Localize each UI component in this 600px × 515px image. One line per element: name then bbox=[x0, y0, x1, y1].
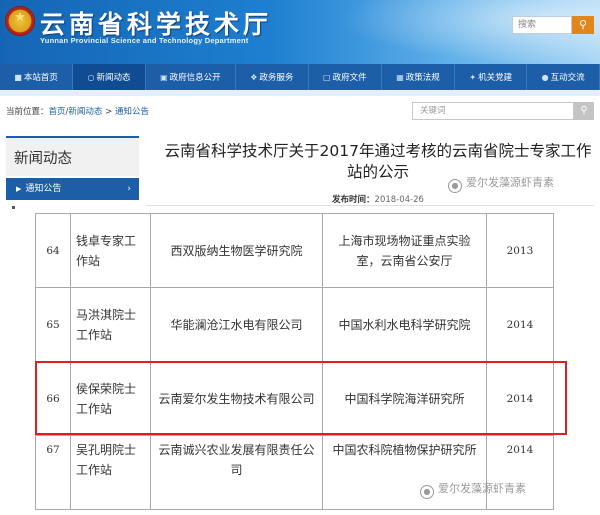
nav-item-info[interactable]: ▣ 政府信息公开 bbox=[146, 64, 236, 90]
site-subtitle: Yunnan Provincial Science and Technology… bbox=[40, 36, 249, 45]
site-header: ★ 云南省科学技术厅 Yunnan Provincial Science and… bbox=[0, 0, 600, 64]
sidebar-heading: 新闻动态 bbox=[6, 136, 139, 176]
info-icon: ▣ bbox=[160, 72, 168, 82]
station-name: 侯保荣院士工作站 bbox=[70, 361, 151, 436]
partner-unit: 中国科学院海洋研究所 bbox=[322, 361, 487, 436]
station-name: 钱卓专家工作站 bbox=[70, 213, 151, 288]
national-emblem-icon: ★ bbox=[5, 6, 35, 36]
watermark: ● 爱尔发藻源虾青素 bbox=[448, 174, 554, 193]
page-marker bbox=[12, 206, 15, 209]
table-row: 65 马洪淇院士工作站 华能澜沧江水电有限公司 中国水利水电科学研究院 2014 bbox=[35, 287, 554, 362]
article-divider bbox=[146, 205, 594, 206]
chat-icon: ● bbox=[541, 72, 549, 82]
breadcrumb-home-link[interactable]: 首页 bbox=[49, 107, 66, 117]
search-icon[interactable]: ⚲ bbox=[572, 16, 594, 34]
service-icon: ❖ bbox=[250, 72, 258, 82]
breadcrumb-current-link[interactable]: 通知公告 bbox=[115, 107, 149, 117]
chevron-right-icon: › bbox=[127, 184, 131, 194]
keyword-search-input[interactable]: 关键词 bbox=[412, 102, 574, 120]
publish-date: 发布时间：2018-04-26 bbox=[332, 195, 424, 205]
wechat-icon: ● bbox=[420, 485, 434, 499]
watermark: ● 爱尔发藻源虾青素 bbox=[420, 480, 526, 499]
partner-unit: 中国水利水电科学研究院 bbox=[322, 287, 487, 362]
partner-unit: 上海市现场物证重点实验室，云南省公安厅 bbox=[322, 213, 487, 288]
wechat-icon: ● bbox=[448, 179, 462, 193]
year: 2013 bbox=[486, 213, 554, 288]
circle-icon: ○ bbox=[87, 72, 95, 82]
nav-item-home[interactable]: ■ 本站首页 bbox=[0, 64, 74, 90]
row-number: 64 bbox=[35, 213, 71, 288]
nav-item-interaction[interactable]: ● 互动交流 bbox=[527, 64, 600, 90]
year: 2014 bbox=[486, 287, 554, 362]
home-icon: ■ bbox=[14, 72, 22, 82]
station-table: 64 钱卓专家工作站 西双版纳生物医学研究院 上海市现场物证重点实验室，云南省公… bbox=[35, 213, 554, 510]
table-row: 64 钱卓专家工作站 西双版纳生物医学研究院 上海市现场物证重点实验室，云南省公… bbox=[35, 213, 554, 288]
party-icon: ✦ bbox=[469, 72, 477, 82]
row-number: 65 bbox=[35, 287, 71, 362]
document-icon: □ bbox=[323, 72, 331, 82]
host-unit: 云南爱尔发生物技术有限公司 bbox=[150, 361, 323, 436]
nav-item-service[interactable]: ❖ 政务服务 bbox=[236, 64, 309, 90]
row-number: 66 bbox=[35, 361, 71, 436]
station-name: 马洪淇院士工作站 bbox=[70, 287, 151, 362]
host-unit: 西双版纳生物医学研究院 bbox=[150, 213, 323, 288]
host-unit: 云南诚兴农业发展有限责任公司 bbox=[150, 435, 323, 510]
row-number: 67 bbox=[35, 435, 71, 510]
host-unit: 华能澜沧江水电有限公司 bbox=[150, 287, 323, 362]
year: 2014 bbox=[486, 361, 554, 436]
nav-underline bbox=[0, 90, 600, 96]
main-nav: ■ 本站首页 ○ 新闻动态 ▣ 政府信息公开 ❖ 政务服务 □ 政府文件 ▦ 政策法规 ✦ 机… bbox=[0, 64, 600, 90]
sidebar-item-notices[interactable]: ▶ 通知公告 › bbox=[6, 178, 139, 200]
policy-icon: ▦ bbox=[396, 72, 404, 82]
nav-item-policy[interactable]: ▦ 政策法规 bbox=[382, 64, 456, 90]
nav-item-documents[interactable]: □ 政府文件 bbox=[309, 64, 382, 90]
bullet-arrow-icon: ▶ bbox=[16, 185, 22, 193]
table-row: 66 侯保荣院士工作站 云南爱尔发生物技术有限公司 中国科学院海洋研究所 201… bbox=[35, 361, 554, 436]
station-name: 吴孔明院士工作站 bbox=[70, 435, 151, 510]
keyword-search-icon[interactable]: ⚲ bbox=[574, 102, 594, 120]
nav-item-news[interactable]: ○ 新闻动态 bbox=[73, 64, 146, 90]
breadcrumb-news-link[interactable]: 新闻动态 bbox=[68, 107, 102, 117]
header-search-input[interactable]: 搜索 bbox=[512, 16, 572, 34]
nav-item-party[interactable]: ✦ 机关党建 bbox=[455, 64, 528, 90]
breadcrumb: 当前位置：首页/新闻动态 > 通知公告 bbox=[6, 107, 149, 117]
